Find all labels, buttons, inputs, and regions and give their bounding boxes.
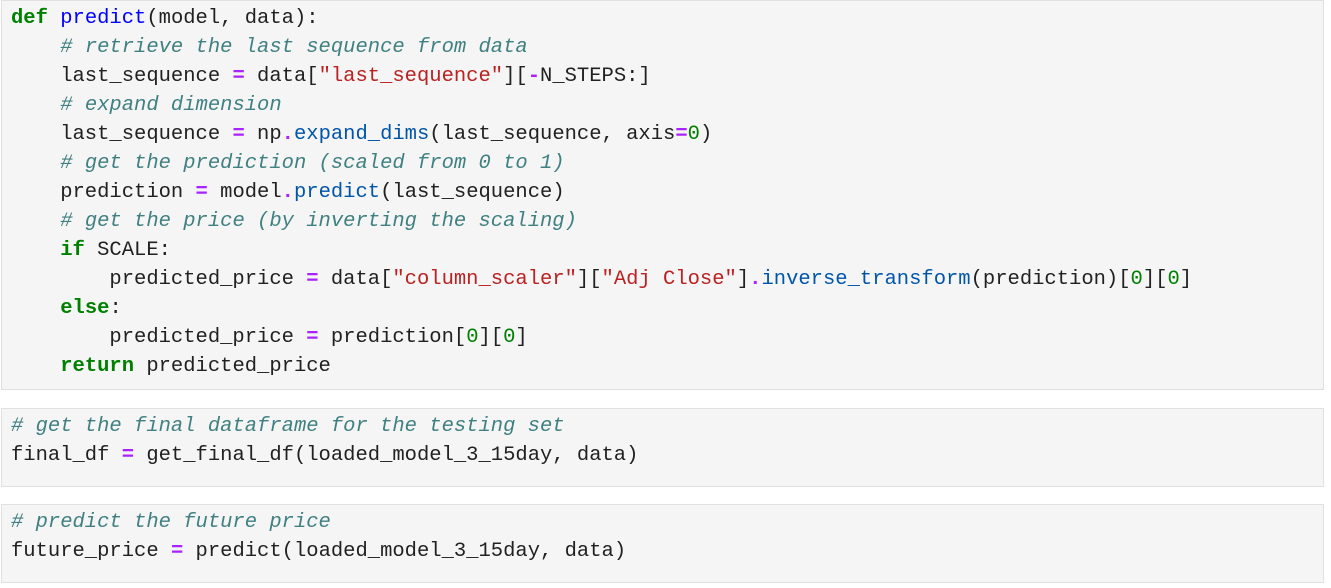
code-text: (model, data): [146, 7, 319, 30]
number-literal: 0 [503, 326, 516, 349]
code-text: ][ [576, 268, 602, 291]
code-text: predicted_price [134, 355, 331, 378]
code-text: ] [515, 326, 528, 349]
code-text: last_sequence [11, 65, 233, 88]
keyword: return [60, 355, 135, 378]
code-line: prediction = model.predict(last_sequence… [11, 178, 1323, 207]
code-line: def predict(model, data): [11, 4, 1323, 33]
code-text: ) [699, 123, 713, 146]
code-text: ][ [503, 65, 528, 88]
string-literal: "column_scaler" [392, 268, 577, 291]
attribute-call: inverse_transform [761, 268, 971, 291]
code-editor[interactable]: # get the final dataframe for the testin… [2, 409, 1323, 470]
code-text: np [244, 123, 282, 146]
code-line: if SCALE: [11, 236, 1323, 265]
code-line: else: [11, 294, 1323, 323]
code-text: : [109, 297, 122, 320]
code-line: # predict the future price [11, 508, 1323, 537]
comment: # get the final dataframe for the testin… [11, 415, 565, 438]
attribute-call: expand_dims [293, 123, 430, 146]
operator: . [281, 181, 294, 204]
code-text: final_df [11, 444, 122, 467]
operator: = [675, 123, 688, 146]
operator: = [121, 444, 135, 467]
code-editor[interactable]: # predict the future price future_price =… [2, 505, 1323, 566]
code-line: final_df = get_final_df(loaded_model_3_1… [11, 441, 1323, 470]
code-line: last_sequence = np.expand_dims(last_sequ… [11, 120, 1323, 149]
code-text: (last_sequence) [380, 181, 565, 204]
keyword: def [11, 7, 48, 30]
number-literal: 0 [466, 326, 479, 349]
number-literal: 0 [687, 123, 700, 146]
code-editor[interactable]: def predict(model, data): # retrieve the… [2, 1, 1323, 381]
attribute-call: predict [293, 181, 381, 204]
number-literal: 0 [1167, 268, 1180, 291]
code-line: # get the final dataframe for the testin… [11, 412, 1323, 441]
operator: = [170, 540, 184, 563]
code-line: predicted_price = prediction[0][0] [11, 323, 1323, 352]
code-text: predicted_price [11, 326, 307, 349]
function-name: predict [60, 7, 147, 30]
code-cell-final-df[interactable]: # get the final dataframe for the testin… [1, 408, 1324, 487]
number-literal: 0 [1130, 268, 1143, 291]
comment: # predict the future price [11, 511, 331, 534]
code-text: N_STEPS:] [540, 65, 651, 88]
operator: = [306, 268, 319, 291]
code-line: # get the prediction (scaled from 0 to 1… [11, 149, 1323, 178]
comment: # get the prediction (scaled from 0 to 1… [60, 152, 565, 175]
keyword: else [60, 297, 110, 320]
code-line: return predicted_price [11, 352, 1323, 381]
code-text: (last_sequence, axis [429, 123, 676, 146]
code-text: get_final_df(loaded_model_3_15day, data) [134, 444, 639, 467]
comment: # expand dimension [60, 94, 282, 117]
code-text: ] [1179, 268, 1193, 291]
code-line: # retrieve the last sequence from data [11, 33, 1323, 62]
string-literal: "Adj Close" [601, 268, 737, 291]
code-text: ][ [478, 326, 504, 349]
code-text: model [207, 181, 282, 204]
code-cell-predict-function[interactable]: def predict(model, data): # retrieve the… [1, 0, 1324, 390]
operator: = [232, 65, 245, 88]
operator: = [195, 181, 208, 204]
code-text: ][ [1142, 268, 1168, 291]
code-text: data[ [244, 65, 319, 88]
code-text: data[ [318, 268, 393, 291]
string-literal: "last_sequence" [318, 65, 504, 88]
code-cell-future-price[interactable]: # predict the future price future_price =… [1, 504, 1324, 583]
operator: . [281, 123, 294, 146]
code-text: prediction [11, 181, 196, 204]
code-line: last_sequence = data["last_sequence"][-N… [11, 62, 1323, 91]
operator: - [527, 65, 541, 88]
code-text: last_sequence [11, 123, 233, 146]
code-text: predict(loaded_model_3_15day, data) [183, 540, 627, 563]
operator: = [306, 326, 319, 349]
comment: # retrieve the last sequence from data [60, 36, 528, 59]
code-text: SCALE: [84, 239, 171, 262]
operator: . [749, 268, 762, 291]
code-line: predicted_price = data["column_scaler"][… [11, 265, 1323, 294]
keyword: if [60, 239, 85, 262]
code-line: # get the price (by inverting the scalin… [11, 207, 1323, 236]
code-line: future_price = predict(loaded_model_3_15… [11, 537, 1323, 566]
code-text: prediction[ [318, 326, 467, 349]
code-text: future_price [11, 540, 171, 563]
code-line: # expand dimension [11, 91, 1323, 120]
comment: # get the price (by inverting the scalin… [60, 210, 577, 233]
code-text: (prediction)[ [970, 268, 1131, 291]
operator: = [232, 123, 245, 146]
code-text: predicted_price [11, 268, 307, 291]
code-text: ] [736, 268, 750, 291]
